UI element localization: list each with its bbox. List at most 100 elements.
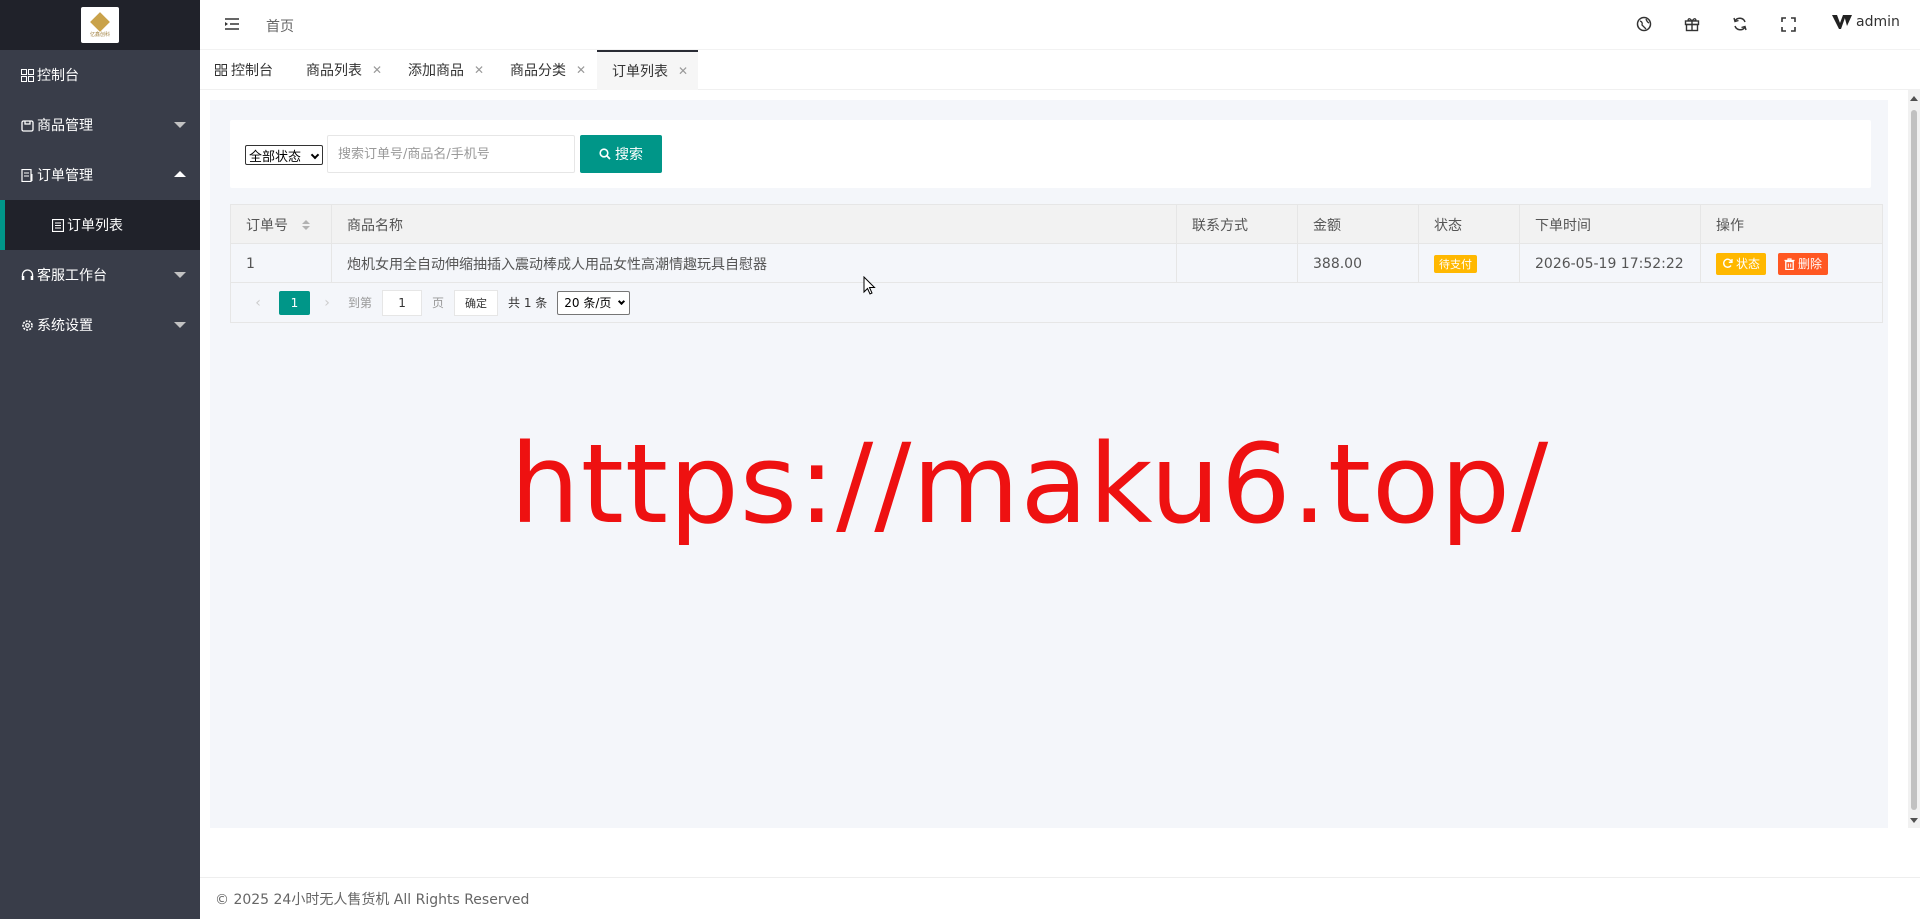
change-status-button[interactable]: 状态 — [1716, 252, 1767, 275]
column-header-contact: 联系方式 — [1177, 205, 1298, 244]
tab-label: 控制台 — [231, 63, 273, 79]
scroll-thumb[interactable] — [1911, 110, 1917, 810]
status-badge: 待支付 — [1434, 254, 1477, 273]
pagination: ‹ 1 › 到第 1 页 确定 共 1 条 20 条/页 — [231, 283, 1882, 322]
column-label: 下单时间 — [1535, 217, 1591, 234]
tab-dashboard[interactable]: 控制台 — [215, 50, 273, 90]
chevron-up-icon — [174, 171, 186, 177]
sort-icon[interactable] — [302, 219, 310, 230]
sidebar-item-dashboard[interactable]: 控制台 — [0, 50, 200, 100]
status-filter-select[interactable]: 全部状态 — [245, 145, 323, 165]
sidebar-item-products[interactable]: 商品管理 — [0, 100, 200, 150]
chevron-down-icon — [618, 297, 626, 305]
watermark-url: https://maku6.top/ — [510, 420, 1550, 548]
next-page-icon[interactable]: › — [316, 292, 338, 314]
logo: 亿鑫创科 — [81, 7, 119, 43]
user-menu[interactable]: admin — [1832, 14, 1900, 30]
fullscreen-icon[interactable] — [1778, 14, 1798, 34]
logo-area: 亿鑫创科 — [0, 0, 200, 50]
sidebar-item-order-list[interactable]: 订单列表 — [0, 200, 200, 250]
table-row: 1 炮机女用全自动伸缩抽插入震动棒成人用品女性高潮情趣玩具自慰器 388.00 … — [231, 244, 1882, 283]
globe-icon[interactable] — [1634, 14, 1654, 34]
column-header-order-id[interactable]: 订单号 — [231, 205, 332, 244]
cell-status: 待支付 — [1419, 244, 1520, 283]
gear-icon — [20, 318, 35, 333]
tab-label: 添加商品 — [408, 63, 464, 79]
close-icon[interactable]: ✕ — [576, 63, 586, 77]
username: admin — [1856, 14, 1900, 30]
search-button[interactable]: 搜索 — [580, 135, 662, 173]
page-size-value: 20 条/页 — [564, 296, 612, 310]
sidebar-item-label: 系统设置 — [37, 318, 93, 334]
goto-page-input[interactable]: 1 — [382, 289, 423, 316]
table-header: 订单号 商品名称 联系方式 金额 状态 下单时间 操作 — [231, 205, 1882, 244]
goto-confirm-button[interactable]: 确定 — [454, 289, 499, 316]
cell-actions: 状态 删除 — [1701, 244, 1882, 283]
dashboard-icon — [215, 64, 227, 76]
column-header-product: 商品名称 — [332, 205, 1177, 244]
tab-label: 商品列表 — [306, 63, 362, 79]
column-label: 联系方式 — [1192, 217, 1248, 234]
scroll-down-icon[interactable] — [1910, 818, 1918, 823]
close-icon[interactable]: ✕ — [372, 63, 382, 77]
sidebar-item-customer-service[interactable]: 客服工作台 — [0, 250, 200, 300]
dashboard-icon — [20, 68, 35, 83]
menu-toggle-icon[interactable] — [224, 16, 240, 32]
refresh-icon[interactable] — [1730, 14, 1750, 34]
list-icon — [50, 218, 65, 233]
current-page[interactable]: 1 — [279, 290, 310, 315]
column-label: 订单号 — [246, 217, 288, 234]
goto-prefix: 到第 — [348, 296, 373, 310]
tab-add-product[interactable]: 添加商品 ✕ — [408, 50, 484, 90]
page-size-select[interactable]: 20 条/页 — [557, 290, 631, 315]
close-icon[interactable]: ✕ — [678, 64, 688, 78]
gift-icon[interactable] — [1682, 14, 1702, 34]
scroll-up-icon[interactable] — [1910, 96, 1918, 101]
column-label: 状态 — [1434, 217, 1462, 234]
prev-page-icon[interactable]: ‹ — [247, 292, 269, 314]
chevron-down-icon — [174, 122, 186, 128]
sidebar-item-orders[interactable]: 订单管理 — [0, 150, 200, 200]
column-label: 金额 — [1313, 217, 1341, 234]
sidebar-item-label: 商品管理 — [37, 118, 93, 134]
product-icon — [20, 118, 35, 133]
column-header-time: 下单时间 — [1520, 205, 1701, 244]
delete-label: 删除 — [1798, 257, 1823, 271]
chevron-down-icon — [174, 272, 186, 278]
tab-label: 商品分类 — [510, 63, 566, 79]
mouse-cursor-icon — [863, 275, 877, 296]
tab-product-list[interactable]: 商品列表 ✕ — [306, 50, 382, 90]
status-filter-value: 全部状态 — [249, 149, 302, 165]
cell-amount: 388.00 — [1298, 244, 1419, 283]
cell-product: 炮机女用全自动伸缩抽插入震动棒成人用品女性高潮情趣玩具自慰器 — [332, 244, 1177, 283]
logo-mark — [90, 11, 110, 32]
search-icon — [599, 148, 611, 160]
tab-product-category[interactable]: 商品分类 ✕ — [510, 50, 586, 90]
tab-order-list[interactable]: 订单列表 ✕ — [597, 50, 698, 90]
cell-order-id: 1 — [231, 244, 332, 283]
user-logo-icon — [1832, 14, 1852, 30]
column-header-status: 状态 — [1419, 205, 1520, 244]
order-icon — [20, 168, 35, 183]
delete-button[interactable]: 删除 — [1778, 252, 1829, 275]
sidebar-item-label: 订单管理 — [37, 168, 93, 184]
sidebar: 亿鑫创科 控制台 商品管理 订单管理 订单列表 客服工作台 系统设置 — [0, 0, 200, 919]
breadcrumb[interactable]: 首页 — [266, 16, 294, 36]
close-icon[interactable]: ✕ — [474, 63, 484, 77]
orders-table: 订单号 商品名称 联系方式 金额 状态 下单时间 操作 1 炮机女用全自动伸缩抽… — [230, 204, 1883, 323]
sidebar-item-label: 订单列表 — [67, 218, 123, 234]
sidebar-item-settings[interactable]: 系统设置 — [0, 300, 200, 350]
refresh-icon — [1722, 258, 1733, 269]
scrollbar[interactable] — [1908, 90, 1920, 828]
goto-suffix: 页 — [432, 296, 445, 310]
sidebar-item-label: 客服工作台 — [37, 268, 107, 284]
total-count: 共 1 条 — [508, 296, 548, 310]
sidebar-item-label: 控制台 — [37, 68, 79, 84]
change-status-label: 状态 — [1736, 257, 1761, 271]
search-button-label: 搜索 — [615, 146, 643, 162]
column-header-amount: 金额 — [1298, 205, 1419, 244]
column-header-actions: 操作 — [1701, 205, 1882, 244]
search-input[interactable] — [327, 135, 575, 173]
tab-label: 订单列表 — [612, 64, 668, 80]
cell-time: 2026-05-19 17:52:22 — [1520, 244, 1701, 283]
